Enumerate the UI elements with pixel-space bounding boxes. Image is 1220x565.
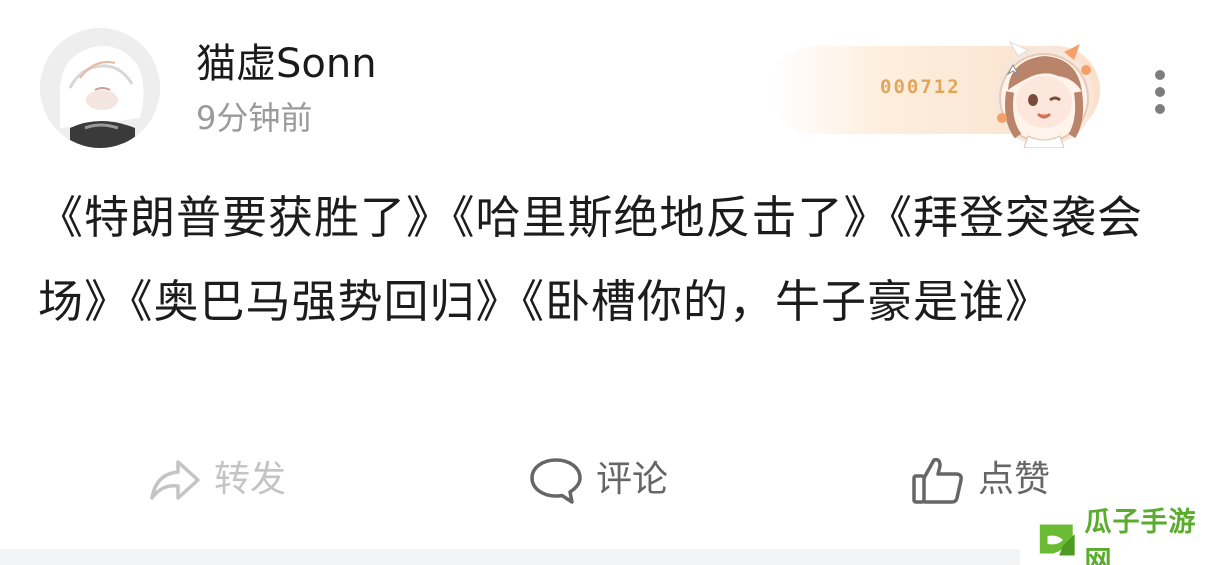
speech-bubble-icon bbox=[530, 458, 582, 504]
menu-dot bbox=[1155, 70, 1165, 80]
menu-dot bbox=[1155, 104, 1165, 114]
watermark-logo-icon bbox=[1037, 522, 1075, 556]
comment-label: 评论 bbox=[596, 459, 669, 500]
comment-button[interactable]: 评论 bbox=[528, 448, 668, 512]
site-watermark: 瓜子手游网 bbox=[1034, 507, 1220, 565]
share-button[interactable]: 转发 bbox=[146, 448, 286, 512]
menu-dot bbox=[1155, 87, 1165, 97]
decoration-badge: 000712 bbox=[770, 40, 1110, 150]
share-label: 转发 bbox=[214, 459, 287, 500]
post-card: 猫虚Sonn 9分钟前 000712 《特朗普要获胜了》《哈里斯绝地反击了》《拜… bbox=[0, 0, 1220, 565]
avatar-image bbox=[40, 28, 160, 148]
more-menu-icon[interactable] bbox=[1146, 70, 1174, 122]
divider-bar bbox=[0, 549, 1020, 565]
badge-number: 000712 bbox=[880, 76, 961, 98]
like-label: 点赞 bbox=[978, 459, 1051, 500]
post-content: 《特朗普要获胜了》《哈里斯绝地反击了》《拜登突袭会场》《奥巴马强势回归》《卧槽你… bbox=[38, 191, 1144, 328]
watermark-text: 瓜子手游网 bbox=[1084, 507, 1197, 565]
thumbs-up-icon bbox=[912, 457, 963, 504]
avatar[interactable] bbox=[40, 28, 160, 148]
post-timestamp: 9分钟前 bbox=[196, 99, 313, 137]
username[interactable]: 猫虚Sonn bbox=[196, 38, 377, 90]
anime-character-icon bbox=[994, 40, 1094, 148]
share-arrow-icon bbox=[150, 460, 200, 500]
like-button[interactable]: 点赞 bbox=[910, 448, 1050, 512]
